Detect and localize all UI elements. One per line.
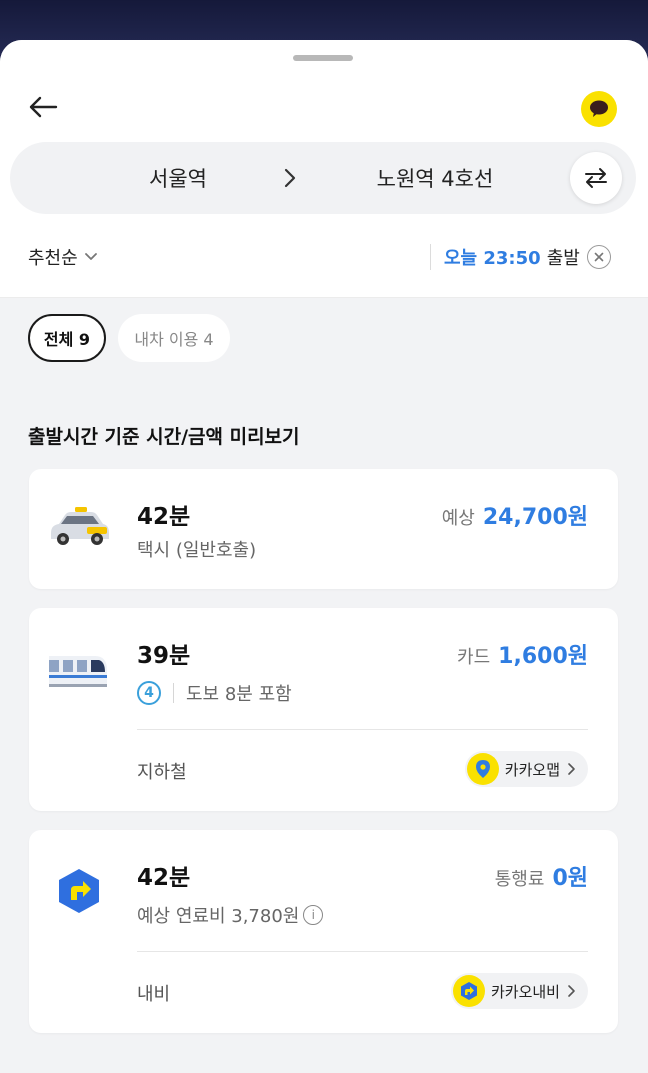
route-subtitle: 예상 연료비 3,780원 i [137, 902, 324, 928]
chevron-right-icon [568, 985, 575, 997]
transport-type: 택시 (일반호출) [137, 540, 257, 561]
chevron-right-icon [284, 168, 296, 188]
transport-mode-label: 지하철 [137, 762, 187, 783]
duration: 42분 [137, 865, 191, 891]
section-title: 출발시간 기준 시간/금액 미리보기 [28, 426, 300, 448]
filter-chip-my-car[interactable]: 내차 이용 4 [118, 314, 230, 362]
info-icon[interactable]: i [303, 905, 324, 925]
departure-time: 오늘 23:50 [444, 248, 541, 269]
filter-chip-all[interactable]: 전체 9 [28, 314, 106, 362]
duration: 42분 [137, 504, 191, 530]
subway-line-badge: 4 [137, 681, 161, 705]
destination-field[interactable]: 노원역 4호선 [340, 142, 530, 214]
walk-info: 도보 8분 포함 [186, 684, 292, 705]
swap-icon [585, 168, 607, 188]
departure-time-filter[interactable]: 오늘 23:50 출발 [444, 242, 580, 272]
divider [137, 729, 588, 730]
divider [173, 683, 174, 703]
route-bar: 서울역 노원역 4호선 [10, 142, 636, 214]
price-label: 예상 [441, 508, 475, 529]
kakaonavi-icon [452, 975, 485, 1007]
chevron-down-icon [84, 253, 97, 260]
price: 통행료 0원 [495, 860, 588, 892]
close-icon [594, 252, 604, 262]
open-kakaomap-button[interactable]: 카카오맵 [464, 751, 588, 787]
route-card-subway[interactable]: 39분 4 도보 8분 포함 카드 1,600원 지하철 카카오맵 [29, 608, 618, 811]
price: 카드 1,600원 [457, 638, 588, 670]
chat-bubble-icon [590, 100, 608, 117]
divider [137, 951, 588, 952]
kakaomap-icon [466, 753, 499, 785]
clear-time-button[interactable] [587, 245, 611, 269]
divider [430, 244, 431, 270]
kakaonavi-icon [59, 869, 99, 913]
duration: 39분 [137, 643, 191, 669]
price-value: 1,600원 [498, 644, 588, 669]
departure-label: 출발 [546, 248, 580, 269]
arrow-left-icon [29, 96, 58, 118]
app-label: 카카오내비 [490, 982, 560, 1001]
drag-handle[interactable] [293, 55, 353, 61]
route-subtitle: 4 도보 8분 포함 [137, 680, 292, 706]
route-sheet: 서울역 노원역 4호선 추천순 오늘 23:50 출발 전체 9 내차 이용 4… [0, 40, 648, 1073]
kakaotalk-share-button[interactable] [581, 91, 617, 127]
price-label: 통행료 [494, 869, 545, 890]
origin-field[interactable]: 서울역 [98, 142, 258, 214]
app-label: 카카오맵 [504, 760, 560, 779]
subway-train-icon [49, 656, 107, 687]
price-label: 카드 [457, 647, 491, 668]
route-card-navi[interactable]: 42분 예상 연료비 3,780원 i 통행료 0원 내비 카카오내비 [29, 830, 618, 1033]
sort-dropdown[interactable]: 추천순 [28, 242, 98, 272]
swap-route-button[interactable] [570, 152, 622, 204]
price-value: 24,700원 [482, 505, 588, 530]
transport-mode-label: 내비 [137, 984, 171, 1005]
taxi-icon [51, 507, 109, 545]
route-card-taxi[interactable]: 42분 택시 (일반호출) 예상 24,700원 [29, 469, 618, 589]
price: 예상 24,700원 [442, 499, 588, 531]
search-header: 서울역 노원역 4호선 추천순 오늘 23:50 출발 [0, 40, 648, 298]
chevron-right-icon [568, 763, 575, 775]
price-value: 0원 [552, 866, 588, 891]
route-subtitle: 택시 (일반호출) [137, 536, 256, 562]
fuel-cost: 예상 연료비 3,780원 [137, 906, 300, 927]
back-button[interactable] [26, 90, 60, 124]
open-kakaonavi-button[interactable]: 카카오내비 [450, 973, 588, 1009]
sort-label: 추천순 [28, 248, 78, 269]
